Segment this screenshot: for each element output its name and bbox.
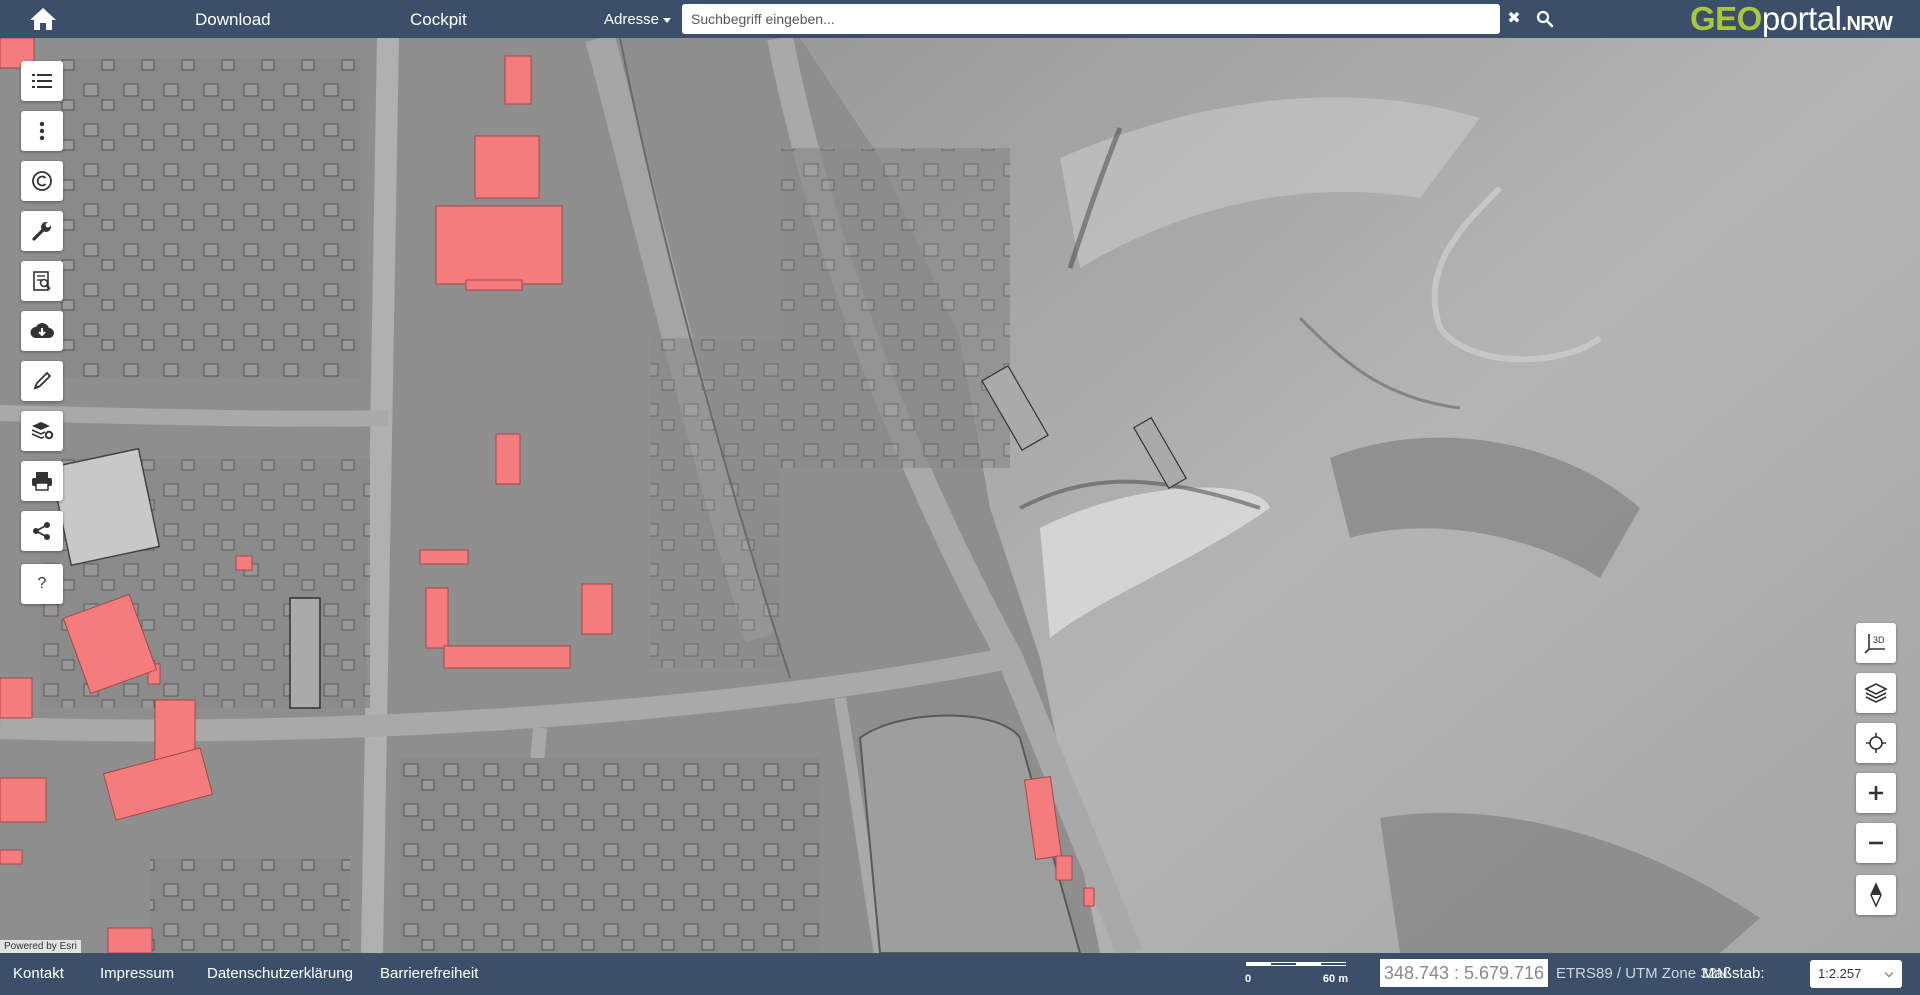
coordinate-display: 348.743 : 5.679.716 xyxy=(1380,959,1548,987)
geoportal-logo[interactable]: GEOportal.NRW xyxy=(1690,0,1893,38)
download-button[interactable] xyxy=(21,311,63,351)
wrench-icon xyxy=(32,222,51,241)
locate-icon xyxy=(1866,733,1886,753)
copyright-icon xyxy=(32,171,52,191)
locate-button[interactable] xyxy=(1856,723,1896,763)
layers-settings-icon xyxy=(31,422,54,440)
help-button[interactable]: ? xyxy=(21,564,63,604)
printer-icon xyxy=(32,472,52,491)
compass-icon xyxy=(1870,883,1882,907)
tools-button[interactable] xyxy=(21,211,63,251)
more-vertical-icon xyxy=(39,121,45,141)
footer-bar: Kontakt Impressum Datenschutzerklärung B… xyxy=(0,953,1920,995)
copyright-button[interactable] xyxy=(21,161,63,201)
logo-portal: portal xyxy=(1761,0,1842,37)
layer-settings-button[interactable] xyxy=(21,411,63,451)
zoom-out-button[interactable] xyxy=(1856,823,1896,863)
logo-geo: GEO xyxy=(1690,0,1762,37)
scale-bar-graphic xyxy=(1246,962,1346,966)
scale-label: Maßstab: xyxy=(1702,965,1765,982)
more-options-button[interactable] xyxy=(21,111,63,151)
caret-down-icon xyxy=(663,17,672,23)
share-button[interactable] xyxy=(21,511,63,551)
search-type-label: Adresse xyxy=(604,11,660,28)
footer-link-barrierefreiheit[interactable]: Barrierefreiheit xyxy=(380,953,478,995)
home-icon[interactable] xyxy=(28,6,58,32)
print-button[interactable] xyxy=(21,461,63,501)
zoom-in-icon xyxy=(1869,786,1883,800)
scale-select-value: 1:2.257 xyxy=(1818,966,1862,981)
logo-nrw: .NRW xyxy=(1841,13,1893,35)
search-icon[interactable] xyxy=(1535,9,1555,29)
top-navigation-bar: Download Cockpit Adresse ✖ GEOportal.NRW xyxy=(0,0,1920,38)
clear-search-button[interactable]: ✖ xyxy=(1506,9,1522,29)
footer-link-impressum[interactable]: Impressum xyxy=(100,953,174,995)
legend-list-button[interactable] xyxy=(21,61,63,101)
nav-download[interactable]: Download xyxy=(195,0,271,38)
footer-link-kontakt[interactable]: Kontakt xyxy=(13,953,64,995)
layers-icon xyxy=(1864,683,1888,703)
3d-label: 3D xyxy=(1873,635,1885,645)
3d-view-icon: 3D xyxy=(1864,634,1885,654)
footer-link-datenschutz[interactable]: Datenschutzerklärung xyxy=(207,953,353,995)
scale-min: 0 xyxy=(1245,973,1252,985)
map-attribution: Powered by Esri xyxy=(0,940,81,953)
scale-bar: 0 60 m xyxy=(1244,960,1348,990)
search-type-select[interactable]: Adresse xyxy=(604,0,672,38)
nav-cockpit[interactable]: Cockpit xyxy=(410,0,467,38)
search-input[interactable] xyxy=(682,4,1500,34)
map-view[interactable]: Powered by Esri xyxy=(0,38,1920,953)
draw-button[interactable] xyxy=(21,361,63,401)
chevron-down-icon xyxy=(1884,968,1894,978)
list-icon xyxy=(32,74,52,88)
share-icon xyxy=(33,522,50,540)
hillshade-map-canvas xyxy=(0,38,1920,953)
compass-button[interactable] xyxy=(1856,875,1896,915)
help-icon: ? xyxy=(37,575,47,592)
scale-select[interactable]: 1:2.257 xyxy=(1810,960,1902,988)
cloud-download-icon xyxy=(30,323,54,338)
zoom-in-button[interactable] xyxy=(1856,773,1896,813)
pencil-icon xyxy=(33,371,52,390)
zoom-out-icon xyxy=(1869,841,1883,845)
feature-info-button[interactable] xyxy=(21,261,63,301)
scale-max: 60 m xyxy=(1322,973,1348,985)
layers-button[interactable] xyxy=(1856,673,1896,713)
document-search-icon xyxy=(33,271,51,291)
3d-view-button[interactable]: 3D xyxy=(1856,623,1896,663)
